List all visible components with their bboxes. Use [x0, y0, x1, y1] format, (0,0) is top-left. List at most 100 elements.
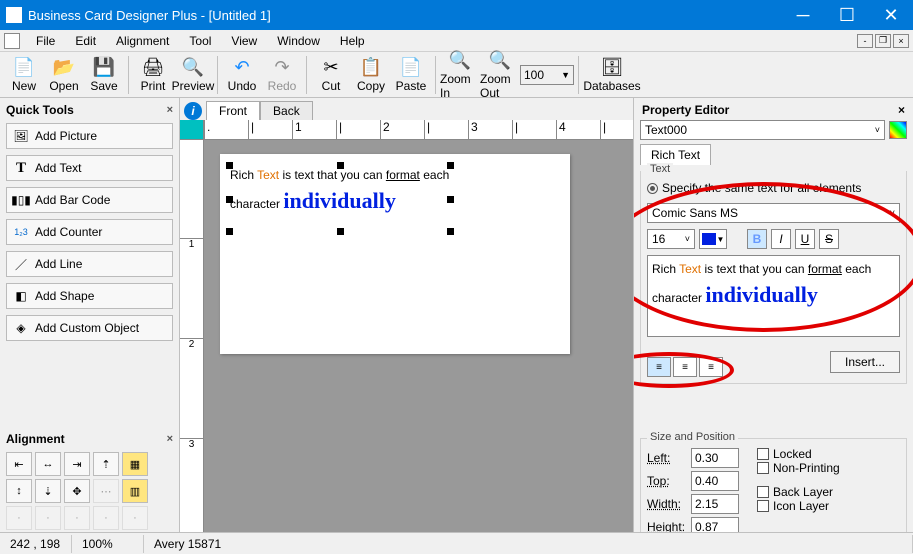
textalign-center[interactable]: ≡	[673, 357, 697, 377]
add-picture-button[interactable]: 🖼Add Picture	[6, 123, 173, 149]
underline-button[interactable]: U	[795, 229, 815, 249]
object-combo[interactable]: Text000˅	[640, 120, 885, 140]
left-label: Left:	[647, 451, 687, 465]
rich-text-content: Rich Text is text that you can format ea…	[230, 166, 450, 217]
print-button[interactable]: 🖨Print	[133, 54, 173, 95]
align-top[interactable]: ⇡	[93, 452, 119, 476]
textalign-left[interactable]: ≡	[647, 357, 671, 377]
align-left[interactable]: ⇤	[6, 452, 32, 476]
top-input[interactable]: 0.40	[691, 471, 739, 491]
tab-front[interactable]: Front	[206, 101, 260, 120]
maximize-button[interactable]: ☐	[825, 0, 869, 30]
copy-icon: 📋	[360, 56, 382, 78]
selected-text-object[interactable]: Rich Text is text that you can format ea…	[230, 166, 450, 231]
mdi-minimize[interactable]: -	[857, 34, 873, 48]
add-barcode-button[interactable]: ▮▯▮Add Bar Code	[6, 187, 173, 213]
font-name: Comic Sans MS	[652, 206, 738, 220]
zoomin-button[interactable]: 🔍Zoom In	[440, 47, 480, 102]
property-editor: Property Editor× Text000˅ Rich Text Text…	[633, 98, 913, 532]
d2: ·	[35, 506, 61, 530]
menu-edit[interactable]: Edit	[65, 32, 106, 50]
font-combo[interactable]: Comic Sans MS˅	[647, 203, 900, 223]
info-button[interactable]: i	[184, 102, 202, 120]
add-line-button[interactable]: ／Add Line	[6, 251, 173, 277]
custom-icon: ◈	[13, 320, 29, 336]
business-card[interactable]: Rich Text is text that you can format ea…	[220, 154, 570, 354]
align-center-h[interactable]: ↔	[35, 452, 61, 476]
strike-button[interactable]: S	[819, 229, 839, 249]
height-input[interactable]: 0.87	[691, 517, 739, 532]
undo-button[interactable]: ↶Undo	[222, 54, 262, 95]
quicktools-close[interactable]: ×	[167, 104, 173, 116]
tab-richtext[interactable]: Rich Text	[640, 144, 711, 165]
mdi-close[interactable]: ×	[893, 34, 909, 48]
zoom-combo[interactable]: 100▼	[520, 65, 574, 85]
add-shape-button[interactable]: ◧Add Shape	[6, 283, 173, 309]
align-grid[interactable]: ▥	[122, 479, 148, 503]
fontcolor-button[interactable]: ▼	[699, 229, 727, 249]
zoom-value: 100	[524, 68, 544, 82]
minimize-button[interactable]: ─	[781, 0, 825, 30]
d3: ·	[64, 506, 90, 530]
fontsize-combo[interactable]: 16˅	[647, 229, 695, 249]
add-custom-button[interactable]: ◈Add Custom Object	[6, 315, 173, 341]
cut-button[interactable]: ✂Cut	[311, 54, 351, 95]
add-counter-button[interactable]: 1₂3Add Counter	[6, 219, 173, 245]
backlayer-check[interactable]: Back Layer	[757, 485, 840, 499]
text-icon: T	[13, 160, 29, 176]
property-close[interactable]: ×	[898, 103, 905, 117]
add-text-button[interactable]: TAdd Text	[6, 155, 173, 181]
d4: ·	[93, 506, 119, 530]
status-coords: 242 , 198	[0, 535, 72, 553]
preview-button[interactable]: 🔍Preview	[173, 54, 213, 95]
redo-button[interactable]: ↷Redo	[262, 54, 302, 95]
close-button[interactable]: ✕	[869, 0, 913, 30]
same-text-radio[interactable]: Specify the same text for all elements	[647, 181, 900, 195]
locked-check[interactable]: Locked	[757, 447, 840, 461]
copy-button[interactable]: 📋Copy	[351, 54, 391, 95]
align-both[interactable]: ✥	[64, 479, 90, 503]
databases-button[interactable]: 🗄Databases	[583, 54, 641, 95]
menu-alignment[interactable]: Alignment	[106, 32, 179, 50]
open-button[interactable]: 📂Open	[44, 54, 84, 95]
open-icon: 📂	[53, 56, 75, 78]
text-editor[interactable]: Rich Text is text that you can format ea…	[647, 255, 900, 337]
align-middle[interactable]: ↕	[6, 479, 32, 503]
align-right[interactable]: ⇥	[64, 452, 90, 476]
menu-tool[interactable]: Tool	[179, 32, 221, 50]
insert-button[interactable]: Insert...	[830, 351, 900, 373]
menu-help[interactable]: Help	[330, 32, 375, 50]
design-canvas[interactable]: . | 1 | 2 | 3 | 4 | 1 2 3	[180, 120, 633, 532]
textalign-right[interactable]: ≡	[699, 357, 723, 377]
quick-tools-panel: Quick Tools × 🖼Add Picture TAdd Text ▮▯▮A…	[0, 98, 180, 532]
mdi-restore[interactable]: ❐	[875, 34, 891, 48]
titlebar: Business Card Designer Plus - [Untitled …	[0, 0, 913, 30]
ruler-corner	[180, 120, 204, 140]
tab-back[interactable]: Back	[260, 101, 313, 120]
alignment-grid: ⇤ ↔ ⇥ ⇡ ▦ ↕ ⇣ ✥ ⋯ ▥ · · · · ·	[4, 449, 175, 530]
quick-tools-header: Quick Tools	[6, 103, 74, 117]
width-input[interactable]: 2.15	[691, 494, 739, 514]
save-button[interactable]: 💾Save	[84, 54, 124, 95]
font-size: 16	[652, 232, 665, 246]
menu-view[interactable]: View	[221, 32, 267, 50]
paste-icon: 📄	[400, 56, 422, 78]
italic-button[interactable]: I	[771, 229, 791, 249]
app-icon	[6, 7, 22, 23]
color-palette-button[interactable]	[889, 121, 907, 139]
menu-window[interactable]: Window	[267, 32, 330, 50]
status-zoom: 100%	[72, 535, 144, 553]
new-button[interactable]: 📄New	[4, 54, 44, 95]
bold-button[interactable]: B	[747, 229, 767, 249]
iconlayer-check[interactable]: Icon Layer	[757, 499, 840, 513]
zoomout-button[interactable]: 🔍Zoom Out	[480, 47, 520, 102]
nonprinting-check[interactable]: Non-Printing	[757, 461, 840, 475]
align-bottom[interactable]: ⇣	[35, 479, 61, 503]
menu-file[interactable]: File	[26, 32, 65, 50]
sizepos-label: Size and Position	[647, 431, 738, 443]
align-center-both[interactable]: ▦	[122, 452, 148, 476]
alignment-close[interactable]: ×	[167, 433, 173, 445]
left-input[interactable]: 0.30	[691, 448, 739, 468]
paste-button[interactable]: 📄Paste	[391, 54, 431, 95]
databases-icon: 🗄	[601, 56, 623, 78]
